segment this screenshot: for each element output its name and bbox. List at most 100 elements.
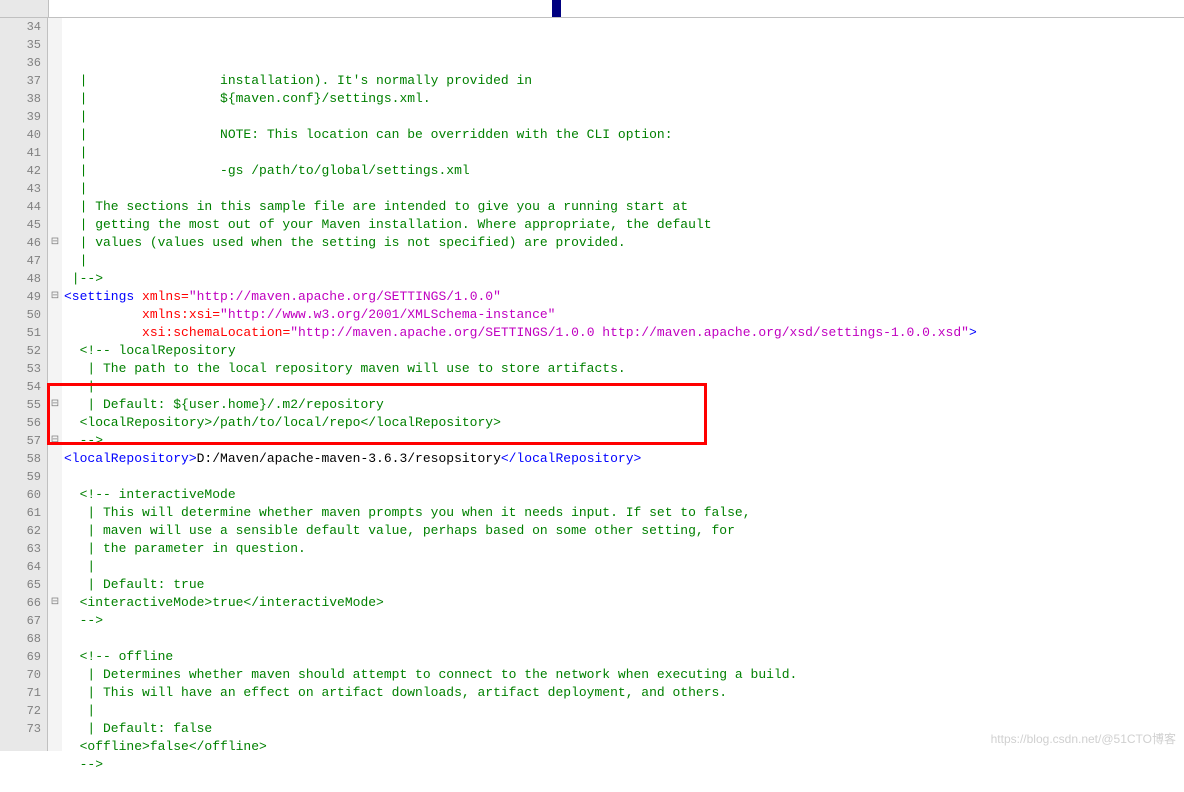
- fold-handle[interactable]: ⊟: [48, 234, 62, 252]
- line-number: 58: [0, 450, 41, 468]
- line-number: 35: [0, 36, 41, 54]
- code-line[interactable]: | values (values used when the setting i…: [64, 234, 1184, 252]
- fold-handle: [48, 360, 62, 378]
- code-line[interactable]: <localRepository>/path/to/local/repo</lo…: [64, 414, 1184, 432]
- code-line[interactable]: |: [64, 378, 1184, 396]
- code-line[interactable]: | Determines whether maven should attemp…: [64, 666, 1184, 684]
- fold-handle: [48, 198, 62, 216]
- line-number: 38: [0, 90, 41, 108]
- code-line[interactable]: [64, 468, 1184, 486]
- code-line[interactable]: [64, 630, 1184, 648]
- token-comment: | NOTE: This location can be overridden …: [64, 127, 673, 142]
- code-line[interactable]: <settings xmlns="http://maven.apache.org…: [64, 288, 1184, 306]
- token-comment: |-->: [64, 271, 103, 286]
- line-number: 48: [0, 270, 41, 288]
- code-line[interactable]: | Default: true: [64, 576, 1184, 594]
- code-line[interactable]: <!-- offline: [64, 648, 1184, 666]
- fold-handle[interactable]: ⊟: [48, 396, 62, 414]
- line-number: 50: [0, 306, 41, 324]
- code-line[interactable]: -->: [64, 432, 1184, 450]
- line-number: 65: [0, 576, 41, 594]
- line-number: 41: [0, 144, 41, 162]
- fold-handle[interactable]: ⊟: [48, 594, 62, 612]
- line-number: 68: [0, 630, 41, 648]
- line-number-gutter: 3435363738394041424344454647484950515253…: [0, 18, 48, 751]
- code-line[interactable]: | The sections in this sample file are i…: [64, 198, 1184, 216]
- fold-handle: [48, 144, 62, 162]
- line-number: 53: [0, 360, 41, 378]
- token-comment: | getting the most out of your Maven ins…: [64, 217, 712, 232]
- fold-handle: [48, 648, 62, 666]
- fold-handle[interactable]: ⊟: [48, 432, 62, 450]
- code-line[interactable]: | The path to the local repository maven…: [64, 360, 1184, 378]
- code-line[interactable]: |: [64, 144, 1184, 162]
- token-comment: | installation). It's normally provided …: [64, 73, 532, 88]
- token-comment: | This will determine whether maven prom…: [64, 505, 751, 520]
- fold-handle: [48, 486, 62, 504]
- code-line[interactable]: | the parameter in question.: [64, 540, 1184, 558]
- fold-handle: [48, 468, 62, 486]
- token-comment: -->: [64, 757, 103, 772]
- token-comment: | ${maven.conf}/settings.xml.: [64, 91, 431, 106]
- code-line[interactable]: <interactiveMode>true</interactiveMode>: [64, 594, 1184, 612]
- token-comment: | The sections in this sample file are i…: [64, 199, 688, 214]
- code-line[interactable]: | ${maven.conf}/settings.xml.: [64, 90, 1184, 108]
- fold-handle: [48, 540, 62, 558]
- code-line[interactable]: <localRepository>D:/Maven/apache-maven-3…: [64, 450, 1184, 468]
- fold-handle: [48, 414, 62, 432]
- code-line[interactable]: <!-- interactiveMode: [64, 486, 1184, 504]
- token-tag: <settings: [64, 289, 134, 304]
- code-line[interactable]: |: [64, 558, 1184, 576]
- code-line[interactable]: | This will have an effect on artifact d…: [64, 684, 1184, 702]
- code-line[interactable]: |: [64, 252, 1184, 270]
- line-number: 71: [0, 684, 41, 702]
- code-line[interactable]: |: [64, 702, 1184, 720]
- token-comment: | Default: true: [64, 577, 204, 592]
- token-comment: | Default: ${user.home}/.m2/repository: [64, 397, 384, 412]
- code-line[interactable]: xmlns:xsi="http://www.w3.org/2001/XMLSch…: [64, 306, 1184, 324]
- fold-handle: [48, 702, 62, 720]
- token-comment: <offline>false</offline>: [64, 739, 267, 754]
- code-line[interactable]: | getting the most out of your Maven ins…: [64, 216, 1184, 234]
- code-line[interactable]: |: [64, 180, 1184, 198]
- fold-handle: [48, 576, 62, 594]
- code-line[interactable]: [64, 774, 1184, 792]
- fold-handle: [48, 252, 62, 270]
- token-comment: | maven will use a sensible default valu…: [64, 523, 735, 538]
- line-number: 62: [0, 522, 41, 540]
- code-line[interactable]: <!-- localRepository: [64, 342, 1184, 360]
- fold-handle: [48, 558, 62, 576]
- code-line[interactable]: -->: [64, 756, 1184, 774]
- code-area[interactable]: | installation). It's normally provided …: [62, 18, 1184, 751]
- code-line[interactable]: | -gs /path/to/global/settings.xml: [64, 162, 1184, 180]
- line-number: 45: [0, 216, 41, 234]
- token-comment: | The path to the local repository maven…: [64, 361, 626, 376]
- token-comment: <!-- interactiveMode: [80, 487, 236, 502]
- fold-column[interactable]: ⊟ ⊟ ⊟ ⊟ ⊟: [48, 18, 62, 751]
- fold-handle[interactable]: ⊟: [48, 288, 62, 306]
- code-line[interactable]: | maven will use a sensible default valu…: [64, 522, 1184, 540]
- token-comment: | -gs /path/to/global/settings.xml: [64, 163, 470, 178]
- line-number: 56: [0, 414, 41, 432]
- code-line[interactable]: xsi:schemaLocation="http://maven.apache.…: [64, 324, 1184, 342]
- line-number: 51: [0, 324, 41, 342]
- code-line[interactable]: | This will determine whether maven prom…: [64, 504, 1184, 522]
- code-line[interactable]: -->: [64, 612, 1184, 630]
- code-line[interactable]: |-->: [64, 270, 1184, 288]
- token-comment: | Determines whether maven should attemp…: [64, 667, 797, 682]
- code-line[interactable]: |: [64, 108, 1184, 126]
- code-line[interactable]: | NOTE: This location can be overridden …: [64, 126, 1184, 144]
- code-line[interactable]: | Default: ${user.home}/.m2/repository: [64, 396, 1184, 414]
- token-tag: <localRepository>: [64, 451, 197, 466]
- code-editor[interactable]: 3435363738394041424344454647484950515253…: [0, 18, 1184, 751]
- line-number: 57: [0, 432, 41, 450]
- fold-handle: [48, 270, 62, 288]
- token-comment: |: [64, 145, 87, 160]
- fold-handle: [48, 522, 62, 540]
- line-number: 61: [0, 504, 41, 522]
- code-line[interactable]: | installation). It's normally provided …: [64, 72, 1184, 90]
- token-comment: |: [64, 559, 95, 574]
- fold-handle: [48, 162, 62, 180]
- token-comment: |: [64, 181, 87, 196]
- line-number: 73: [0, 720, 41, 738]
